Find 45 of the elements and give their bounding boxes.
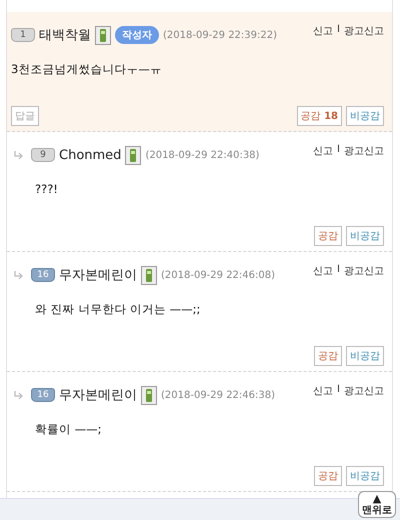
reply-arrow-icon [13, 390, 23, 400]
comment-text: 3천조금넘게썼습니다ㅜ—ㅠ [11, 62, 163, 78]
like-button[interactable]: 공감 [314, 466, 342, 486]
comment-text: ???! [34, 182, 59, 198]
like-button[interactable]: 공감 [314, 226, 342, 246]
separator: I [337, 144, 340, 157]
level-badge: 16 [31, 388, 55, 402]
level-badge: 1 [11, 28, 35, 42]
report-link[interactable]: 신고 [313, 24, 334, 38]
phone-icon [141, 266, 157, 284]
separator: I [337, 384, 340, 397]
report-link[interactable]: 신고 [313, 264, 334, 278]
ad-report-link[interactable]: 광고신고 [344, 144, 384, 158]
dislike-button[interactable]: 비공감 [346, 226, 384, 246]
phone-icon [141, 386, 157, 404]
reply-arrow-icon [13, 270, 23, 280]
author-name[interactable]: 무자본메린이 [59, 266, 137, 284]
comment-date: (2018-09-29 22:46:38) [161, 390, 276, 400]
like-button[interactable]: 공감 18 [296, 106, 342, 126]
comment-text: 확률이 ——; [34, 422, 103, 438]
report-link[interactable]: 신고 [313, 144, 334, 158]
reply-arrow-icon [13, 150, 23, 160]
comment-date: (2018-09-29 22:40:38) [145, 150, 260, 160]
separator: I [337, 264, 340, 277]
separator: I [337, 24, 340, 37]
ad-report-link[interactable]: 광고신고 [344, 24, 384, 38]
phone-icon [125, 146, 142, 164]
scroll-top-button[interactable]: ▲ 맨위로 [358, 490, 396, 518]
author-name[interactable]: 무자본메린이 [59, 386, 137, 404]
dislike-button[interactable]: 비공감 [346, 106, 384, 126]
level-badge: 16 [31, 268, 55, 282]
author-name[interactable]: 태백착월 [39, 26, 91, 44]
ad-report-link[interactable]: 광고신고 [344, 264, 384, 278]
comment-date: (2018-09-29 22:46:08) [161, 270, 276, 280]
comment-text: 와 진짜 너무한다 이거는 ——;; [34, 302, 202, 318]
dislike-button[interactable]: 비공감 [346, 466, 384, 486]
level-badge: 9 [31, 148, 55, 162]
author-tag: 작성자 [115, 26, 159, 44]
phone-icon [95, 26, 111, 44]
ad-report-link[interactable]: 광고신고 [344, 384, 384, 398]
like-button[interactable]: 공감 [314, 346, 342, 366]
dislike-button[interactable]: 비공감 [346, 346, 384, 366]
comment-date: (2018-09-29 22:39:22) [163, 30, 278, 40]
author-name[interactable]: Chonmed [59, 148, 122, 162]
report-link[interactable]: 신고 [313, 384, 334, 398]
